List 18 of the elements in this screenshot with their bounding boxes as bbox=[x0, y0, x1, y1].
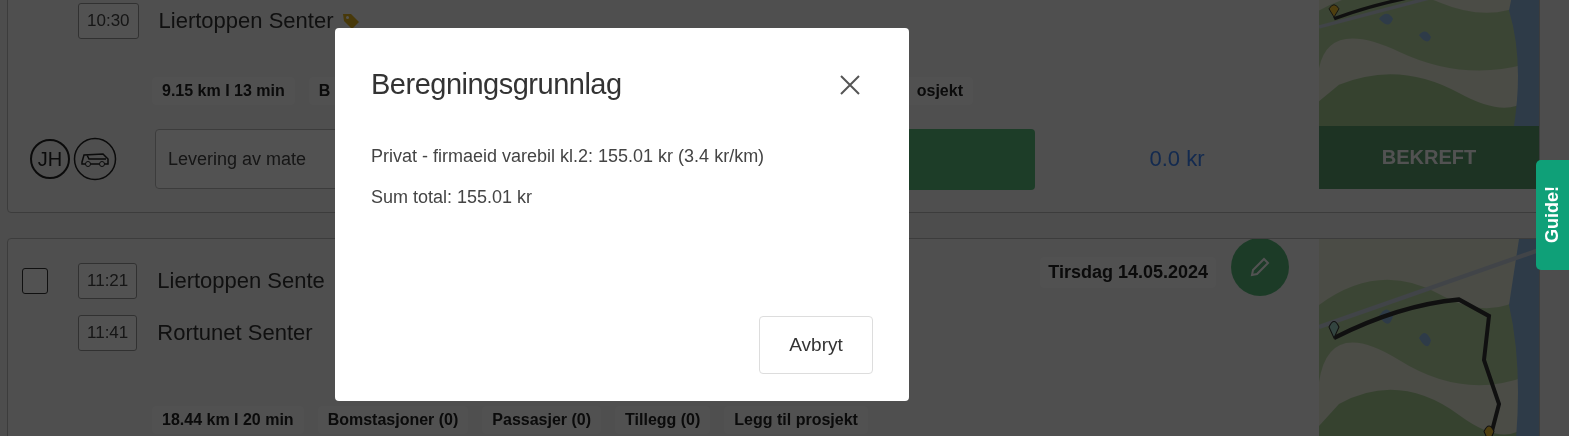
dialog-text: Sum total: 155.01 kr bbox=[371, 187, 534, 208]
dialog-title: Beregningsgrunnlag bbox=[371, 68, 622, 101]
place-name: Liertoppen Sente bbox=[157, 268, 325, 294]
edit-button[interactable] bbox=[1231, 239, 1289, 296]
cancel-button[interactable]: Avbryt bbox=[759, 316, 873, 374]
car-icon bbox=[73, 137, 117, 181]
checkbox[interactable] bbox=[22, 268, 48, 294]
dialog-text: Privat - firmaeid varebil kl.2: 155.01 kr (3.4 kr/km) bbox=[371, 146, 766, 167]
pencil-icon bbox=[1248, 255, 1272, 279]
close-button[interactable] bbox=[839, 73, 861, 96]
guide-tab[interactable]: Guide! bbox=[1536, 160, 1569, 270]
time-label: 11:21 bbox=[78, 263, 138, 299]
driver-avatar: JH bbox=[30, 139, 70, 179]
place-name: Liertoppen Senter bbox=[158, 8, 334, 34]
time-label: 10:30 bbox=[78, 3, 139, 39]
price-label: 0.0 kr bbox=[1148, 146, 1206, 172]
time-label: 11:41 bbox=[78, 315, 138, 351]
place-name: Rortunet Senter bbox=[157, 320, 313, 346]
